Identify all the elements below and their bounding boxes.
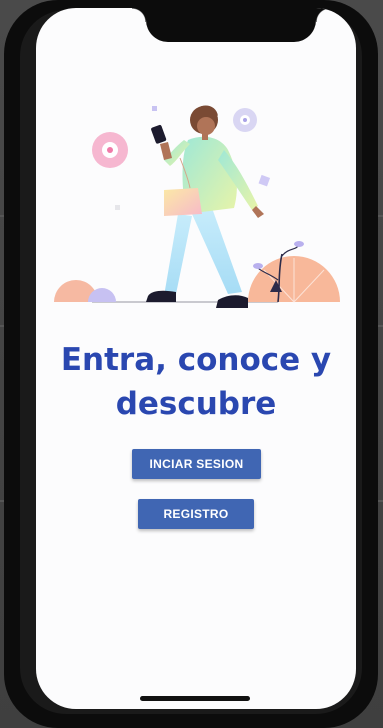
headline-line: descubre (115, 386, 277, 422)
headline-line: Entra, conoce y (60, 342, 332, 378)
welcome-illustration (54, 105, 340, 308)
welcome-headline: Entra, conoce y descubre (36, 338, 356, 426)
pink-disc-icon (92, 132, 128, 168)
peach-sun-icon (248, 256, 340, 303)
login-button[interactable]: INCIAR SESION (132, 449, 261, 479)
home-indicator[interactable] (140, 696, 250, 701)
peach-shrub-icon (54, 280, 116, 302)
app-screen: Entra, conoce y descubre INCIAR SESION R… (36, 8, 356, 709)
register-button[interactable]: REGISTRO (138, 499, 254, 529)
lavender-disc-icon (233, 108, 257, 132)
sparkle-icon (152, 106, 157, 111)
sparkle-icon (258, 174, 271, 187)
phone-notch (132, 8, 330, 42)
sparkle-icon (115, 205, 120, 210)
woman-figure (146, 105, 264, 308)
